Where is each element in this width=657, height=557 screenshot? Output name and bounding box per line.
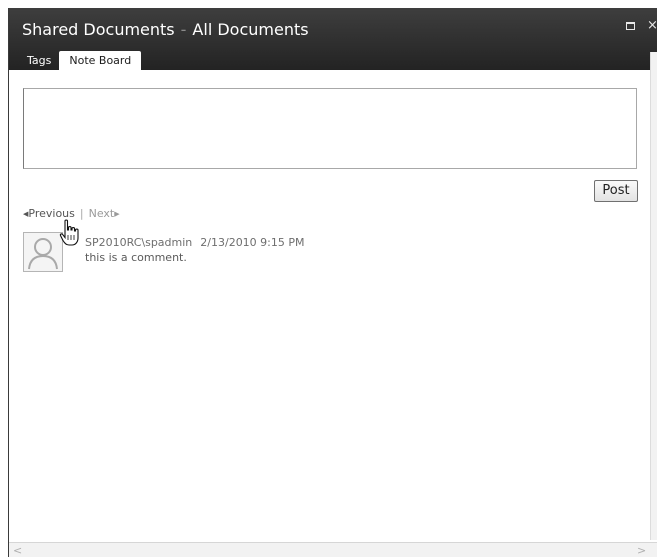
close-icon[interactable]: × [647, 19, 657, 32]
title-separator: - [180, 20, 187, 39]
comment-meta: SP2010RC\spadmin 2/13/2010 9:15 PM [85, 236, 305, 249]
post-button[interactable]: Post [594, 180, 638, 202]
title-view: All Documents [192, 20, 309, 39]
dialog-titlebar: Shared Documents - All Documents × Tags No… [9, 8, 657, 70]
scroll-left-icon[interactable]: < [13, 545, 22, 556]
comment-text: this is a comment. [85, 251, 187, 264]
user-placeholder-icon [23, 232, 63, 272]
previous-arrow-icon: ◀ [23, 210, 29, 218]
maximize-icon[interactable] [626, 22, 635, 30]
note-board-dialog: Shared Documents - All Documents × Tags No… [8, 8, 657, 557]
note-input[interactable] [23, 88, 637, 169]
comment-author[interactable]: SP2010RC\spadmin [85, 236, 192, 249]
dialog-title: Shared Documents - All Documents [22, 20, 309, 39]
vertical-scrollbar[interactable] [650, 52, 657, 540]
tab-tags[interactable]: Tags [19, 51, 59, 70]
hand-pointer-icon [59, 219, 79, 246]
horizontal-scrollbar[interactable]: < > [9, 542, 657, 557]
next-arrow-icon: ▶ [114, 210, 120, 218]
next-link[interactable]: Next▶ [89, 207, 120, 220]
title-library: Shared Documents [22, 20, 175, 39]
scroll-right-icon[interactable]: > [637, 545, 646, 556]
tab-strip: Tags Note Board [19, 51, 142, 70]
next-label: Next [88, 207, 115, 220]
tab-note-board[interactable]: Note Board [59, 51, 142, 70]
comment-date: 2/13/2010 9:15 PM [200, 236, 305, 249]
